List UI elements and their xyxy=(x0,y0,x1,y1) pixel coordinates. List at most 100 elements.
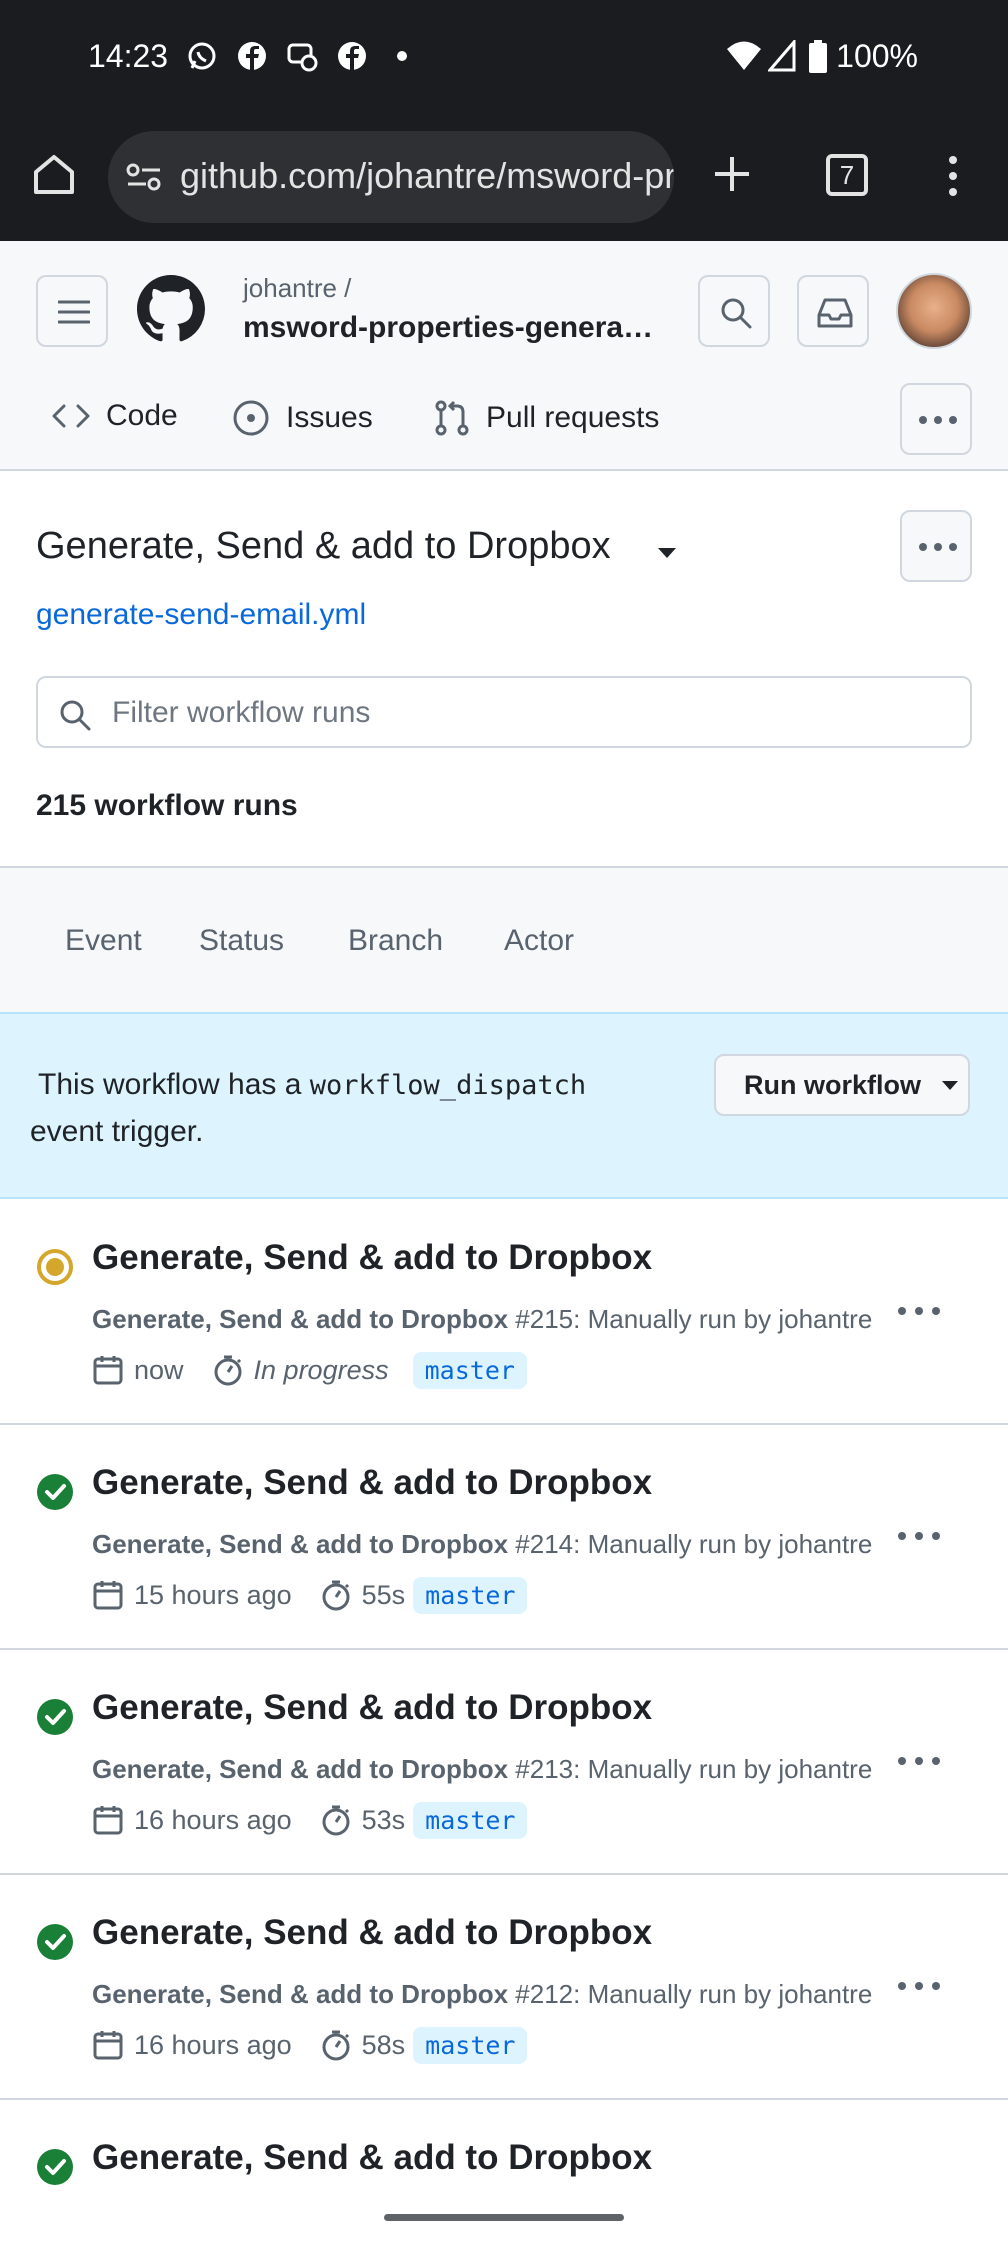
tab-issues-label: Issues xyxy=(286,401,373,434)
workflow-run-row[interactable]: Generate, Send & add to Dropbox Generate,… xyxy=(0,1875,1008,2100)
branch-badge[interactable]: master xyxy=(413,1801,528,1839)
workflow-run-row[interactable]: Generate, Send & add to Dropbox Generate,… xyxy=(0,1425,1008,1650)
run-description: Generate, Send & add to Dropbox #214: Ma… xyxy=(92,1529,872,1560)
run-duration: 58s xyxy=(361,2029,406,2060)
github-logo-icon[interactable] xyxy=(137,275,205,343)
run-workflow-button[interactable]: Run workflow xyxy=(714,1054,970,1116)
site-settings-icon[interactable] xyxy=(126,161,162,193)
workflow-run-row[interactable]: Generate, Send & add to Dropbox Generate,… xyxy=(0,1650,1008,1875)
kebab-horizontal-icon[interactable] xyxy=(896,1529,942,1543)
workflow-title-row[interactable]: Generate, Send & add to Dropbox xyxy=(0,510,880,580)
tab-issues[interactable]: Issues xyxy=(232,399,373,437)
workflow-file-link[interactable]: generate-send-email.yml xyxy=(36,598,366,632)
run-detail: #213: Manually run by johantre xyxy=(508,1754,873,1784)
facebook-icon xyxy=(338,42,366,70)
wifi-icon xyxy=(727,41,761,70)
stopwatch-icon xyxy=(322,1805,350,1836)
run-duration: In progress xyxy=(253,1354,389,1385)
new-tab-icon[interactable] xyxy=(712,154,752,194)
facebook-icon xyxy=(238,42,266,70)
tab-code-label: Code xyxy=(106,399,178,432)
branch-badge[interactable]: master xyxy=(413,1576,528,1614)
run-description: Generate, Send & add to Dropbox #213: Ma… xyxy=(92,1754,872,1785)
filter-placeholder: Filter workflow runs xyxy=(112,696,371,729)
triangle-down-icon xyxy=(942,1080,958,1090)
home-icon[interactable] xyxy=(32,152,76,196)
dot-icon xyxy=(397,51,407,61)
run-time: 16 hours ago xyxy=(134,2029,292,2060)
in-progress-icon xyxy=(37,1249,73,1285)
repo-name-link[interactable]: msword-properties-genera… xyxy=(243,311,653,345)
triangle-down-icon xyxy=(658,548,676,558)
repo-more-button[interactable] xyxy=(900,383,972,455)
run-meta: now In progress master xyxy=(92,1350,527,1390)
check-circle-icon xyxy=(37,2149,73,2185)
search-icon xyxy=(60,700,91,731)
filter-branch[interactable]: Branch xyxy=(348,924,443,958)
repo-owner-link[interactable]: johantre / xyxy=(243,273,351,304)
kebab-horizontal-icon[interactable] xyxy=(896,1979,942,1993)
run-workflow-name: Generate, Send & add to Dropbox xyxy=(92,1979,509,2009)
run-workflow-name: Generate, Send & add to Dropbox xyxy=(92,1304,509,1334)
workflow-more-button[interactable] xyxy=(900,510,972,582)
banner-message: This workflow has a workflow_dispatch ev… xyxy=(30,1062,718,1155)
address-bar[interactable]: github.com/johantre/msword-properties-ge… xyxy=(108,131,674,223)
run-duration: 53s xyxy=(361,1804,406,1835)
tab-switcher-button[interactable]: 7 xyxy=(826,154,868,196)
run-title-link[interactable]: Generate, Send & add to Dropbox xyxy=(92,1463,652,1503)
branch-badge[interactable]: master xyxy=(413,2026,528,2064)
battery-icon xyxy=(809,40,827,73)
workflow-run-row[interactable]: Generate, Send & add to Dropbox Generate,… xyxy=(0,1200,1008,1425)
run-title-link[interactable]: Generate, Send & add to Dropbox xyxy=(92,1913,652,1953)
filter-status[interactable]: Status xyxy=(199,924,284,958)
check-circle-icon xyxy=(37,1924,73,1960)
tab-count: 7 xyxy=(839,159,855,190)
run-detail: #214: Manually run by johantre xyxy=(508,1529,873,1559)
banner-text-after: event trigger. xyxy=(30,1115,204,1148)
search-button[interactable] xyxy=(698,275,770,347)
run-duration: 55s xyxy=(361,1579,406,1610)
workflow-dispatch-banner: This workflow has a workflow_dispatch ev… xyxy=(0,1012,1008,1199)
stopwatch-icon xyxy=(214,1355,242,1386)
avatar[interactable] xyxy=(896,273,972,349)
branch-badge[interactable]: master xyxy=(412,1351,527,1389)
tab-pull-requests-label: Pull requests xyxy=(486,401,660,434)
messenger-icon xyxy=(287,43,318,72)
run-meta: 15 hours ago 55s master xyxy=(92,1575,528,1615)
filter-event[interactable]: Event xyxy=(65,924,142,958)
filter-workflow-runs-input[interactable]: Filter workflow runs xyxy=(36,676,972,748)
check-circle-icon xyxy=(37,1474,73,1510)
check-circle-icon xyxy=(37,1699,73,1735)
battery-level: 100% xyxy=(836,38,918,74)
browser-menu-icon[interactable] xyxy=(944,154,962,198)
hamburger-menu-button[interactable] xyxy=(36,275,108,347)
calendar-icon xyxy=(93,2031,123,2060)
run-description: Generate, Send & add to Dropbox #215: Ma… xyxy=(92,1304,872,1335)
kebab-horizontal-icon xyxy=(919,543,957,551)
inbox-button[interactable] xyxy=(797,275,869,347)
workflow-run-row[interactable]: Generate, Send & add to Dropbox xyxy=(0,2100,1008,2244)
run-title-link[interactable]: Generate, Send & add to Dropbox xyxy=(92,1688,652,1728)
calendar-icon xyxy=(93,1806,123,1835)
clock: 14:23 xyxy=(88,38,169,74)
run-title-link[interactable]: Generate, Send & add to Dropbox xyxy=(92,1238,652,1278)
code-icon xyxy=(52,404,90,428)
url-text[interactable]: github.com/johantre/msword-properties-ge… xyxy=(180,155,674,197)
kebab-horizontal-icon[interactable] xyxy=(896,1754,942,1768)
run-title-link[interactable]: Generate, Send & add to Dropbox xyxy=(92,2138,652,2178)
stopwatch-icon xyxy=(322,1580,350,1611)
home-indicator xyxy=(384,2214,624,2221)
filter-actor[interactable]: Actor xyxy=(504,924,574,958)
calendar-icon xyxy=(93,1581,123,1610)
repo-header: johantre / msword-properties-genera… Cod… xyxy=(0,241,1008,471)
tab-code[interactable]: Code xyxy=(52,399,178,433)
run-time: now xyxy=(134,1354,184,1385)
kebab-horizontal-icon[interactable] xyxy=(896,1304,942,1318)
whatsapp-icon xyxy=(188,42,216,70)
run-time: 15 hours ago xyxy=(134,1579,292,1610)
run-meta: 16 hours ago 53s master xyxy=(92,1800,528,1840)
stopwatch-icon xyxy=(322,2030,350,2061)
tab-pull-requests[interactable]: Pull requests xyxy=(434,399,659,437)
status-bar: 14:23 100% xyxy=(0,0,1008,116)
cellular-signal-icon xyxy=(768,40,796,72)
